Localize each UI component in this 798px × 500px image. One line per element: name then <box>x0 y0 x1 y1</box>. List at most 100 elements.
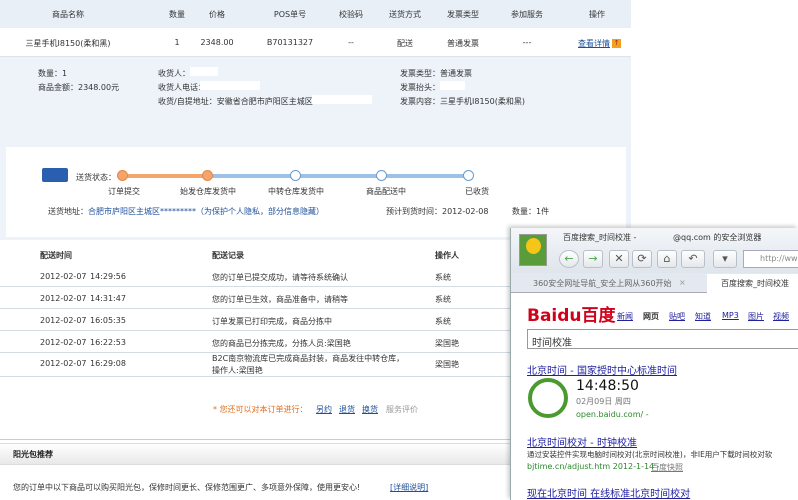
cache-link[interactable]: 百度快照 <box>651 462 683 473</box>
reschedule-link[interactable]: 另约 <box>316 404 332 415</box>
tab-360[interactable]: 360安全网址导航_安全上网从360开始 <box>533 278 672 289</box>
back-button[interactable]: ← <box>559 250 579 268</box>
log-record: 您的商品已分拣完成，分拣人员:梁国艳 <box>212 339 351 348</box>
col-action: 操作 <box>589 10 605 19</box>
browser-title-suffix: @qq.com 的安全浏览器 <box>673 233 762 242</box>
log-record: 您的订单已提交成功，请等待系统确认 <box>212 273 348 282</box>
col-delivery: 送货方式 <box>389 10 421 19</box>
avatar[interactable] <box>519 234 547 266</box>
result-url: bjtime.cn/adjust.htm 2012-1-14 - <box>527 462 660 471</box>
col-price: 价格 <box>209 10 225 19</box>
step-dot <box>202 170 213 181</box>
log-record: B2C南京物流库已完成商品封装，商品发往中转仓库，操作人:梁国艳 <box>212 354 405 375</box>
log-time: 16:29:08 <box>90 359 126 368</box>
product-delivery: 配送 <box>397 39 413 48</box>
product-invoice: 普通发票 <box>447 39 479 48</box>
ship-address-label: 送货地址： <box>48 207 88 216</box>
log-date: 2012-02-07 <box>40 359 87 368</box>
refresh-button[interactable]: ⟳ <box>632 250 652 268</box>
redacted-mask <box>440 81 465 90</box>
log-time: 14:31:47 <box>90 294 126 303</box>
clock-icon <box>528 378 568 418</box>
detail-amount: 商品金额：2348.00元 <box>38 83 120 92</box>
home-button[interactable]: ⌂ <box>657 250 677 268</box>
baidu-logo[interactable]: Baidu百度 <box>527 301 616 326</box>
product-service: --- <box>522 38 532 47</box>
log-op: 系统 <box>435 295 451 304</box>
col-qty: 数量 <box>169 10 185 19</box>
log-date: 2012-02-07 <box>40 294 87 303</box>
exchange-link[interactable]: 换货 <box>362 404 378 415</box>
product-qty: 1 <box>174 38 180 47</box>
undo-button[interactable]: ↶ <box>681 250 705 268</box>
progress-done <box>122 174 208 178</box>
result-time: 14:48:50 <box>576 378 639 394</box>
product-price: 2348.00 <box>200 38 234 47</box>
log-date: 2012-02-07 <box>40 338 87 347</box>
product-pos: B70131327 <box>266 38 314 47</box>
service-review: 服务评价 <box>386 405 418 414</box>
product-row: 三星手机I8150(柔和黑) 1 2348.00 B70131327 -- 配送… <box>0 28 631 57</box>
address-bar[interactable]: http://www <box>743 250 798 268</box>
log-record: 订单发票已打印完成，商品分拣中 <box>212 317 332 326</box>
result-title[interactable]: 北京时间 - 国家授时中心标准时间 <box>527 362 677 377</box>
forward-button[interactable]: → <box>583 250 603 268</box>
result-url: open.baidu.com/ - <box>576 410 649 419</box>
product-name: 三星手机I8150(柔和黑) <box>25 39 111 48</box>
step-dot <box>290 170 301 181</box>
log-row: 2012-02-07 16:05:35 订单发票已打印完成，商品分拣中 系统 <box>0 309 510 331</box>
nav-zhidao[interactable]: 知道 <box>695 311 711 322</box>
col-service: 参加服务 <box>511 10 543 19</box>
result-date: 02月09日 周四 <box>576 397 631 406</box>
detail-address: 收货/自提地址：安徽省合肥市庐阳区主城区 <box>158 97 313 106</box>
nav-web[interactable]: 网页 <box>643 311 659 322</box>
step-label: 订单提交 <box>108 187 140 196</box>
step-label: 已收货 <box>465 187 489 196</box>
tab-baidu-label: 百度搜索_时间校准 <box>721 279 789 288</box>
log-record: 您的订单已生效，商品准备中，请稍等 <box>212 295 348 304</box>
detail-qty: 数量：1 <box>38 69 68 78</box>
log-row: 2012-02-07 14:29:56 您的订单已提交成功，请等待系统确认 系统 <box>0 265 510 287</box>
log-date: 2012-02-07 <box>40 316 87 325</box>
nav-tieba[interactable]: 贴吧 <box>669 311 685 322</box>
step-label: 始发仓库发货中 <box>180 187 236 196</box>
log-op: 梁国艳 <box>435 339 459 348</box>
log-time: 16:22:53 <box>90 338 126 347</box>
expand-icon[interactable]: ↑ <box>612 39 621 48</box>
log-col-operator: 操作人 <box>435 251 459 260</box>
col-invoice: 发票类型 <box>447 10 479 19</box>
view-details-link[interactable]: 查看详情 <box>578 38 610 49</box>
detail-phone: 收货人电话： <box>158 83 206 92</box>
progress-todo <box>208 174 468 178</box>
nav-images[interactable]: 图片 <box>748 311 764 322</box>
step-dot <box>463 170 474 181</box>
step-label: 商品配送中 <box>366 187 406 196</box>
log-row: 2012-02-07 14:31:47 您的订单已生效，商品准备中，请稍等 系统 <box>0 287 510 309</box>
search-input[interactable]: 时间校准 <box>527 329 798 349</box>
detail-invoice-title: 发票抬头： <box>400 83 440 92</box>
result-desc: 通过安装控件实现电脑时间校对(北京时间校准)，非IE用户下载时间校对软 <box>527 450 773 459</box>
result-title[interactable]: 北京时间校对 - 时钟校准 <box>527 434 637 449</box>
nav-video[interactable]: 视频 <box>773 311 789 322</box>
browser-window: 百度搜索_时间校准 - @qq.com 的安全浏览器 ← → ✕ ⟳ ⌂ ↶ ▾… <box>510 228 798 500</box>
log-col-time: 配送时间 <box>40 251 72 260</box>
sunshine-text: 您的订单中以下商品可以购买阳光包，保修时间更长、保修范围更广、多项意外保障，使用… <box>13 483 361 492</box>
nav-mp3[interactable]: MP3 <box>722 311 739 320</box>
nav-news[interactable]: 新闻 <box>617 311 633 322</box>
result-title[interactable]: 现在北京时间 在线标准北京时间校对 <box>527 485 690 500</box>
status-label: 送货状态： <box>76 173 116 182</box>
details-link[interactable]: [详细说明] <box>390 482 428 493</box>
redacted-mask <box>200 81 260 90</box>
eta: 预计到货时间：2012-02-08 <box>386 207 489 216</box>
tools-button[interactable]: ▾ <box>713 250 737 268</box>
return-link[interactable]: 退货 <box>339 404 355 415</box>
redacted-mask <box>312 95 372 104</box>
tab-close-icon[interactable]: × <box>679 278 686 287</box>
log-time: 14:29:56 <box>90 272 126 281</box>
detail-invoice-type: 发票类型：普通发票 <box>400 69 472 78</box>
log-op: 梁国艳 <box>435 360 459 369</box>
log-op: 系统 <box>435 273 451 282</box>
col-name: 商品名称 <box>52 10 84 19</box>
stop-button[interactable]: ✕ <box>609 250 629 268</box>
product-check: -- <box>348 38 354 47</box>
